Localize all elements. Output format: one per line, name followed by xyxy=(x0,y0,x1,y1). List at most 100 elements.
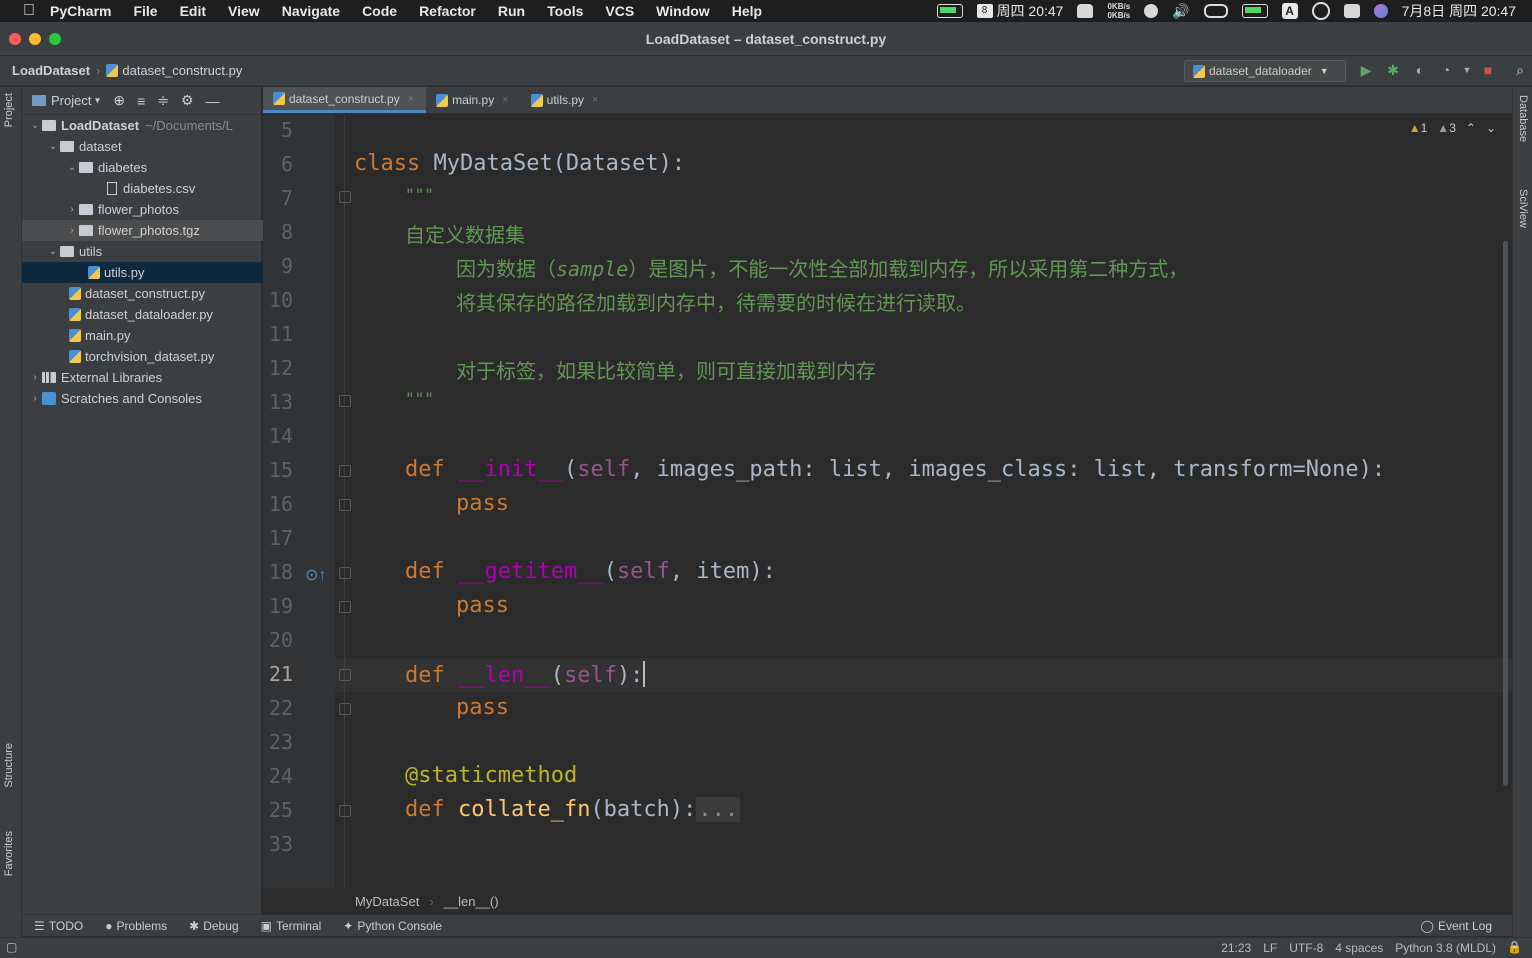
nav-project[interactable]: LoadDataset xyxy=(0,63,90,78)
calendar-icon[interactable]: 8 xyxy=(976,4,993,18)
caret-position[interactable]: 21:23 xyxy=(1221,941,1251,955)
chevron-down-icon[interactable]: ⌄ xyxy=(65,162,79,173)
nav-file[interactable]: dataset_construct.py xyxy=(100,63,242,78)
folded-code-block[interactable]: ... xyxy=(696,797,741,822)
input-method-icon[interactable]: A xyxy=(1281,3,1298,19)
indent-setting[interactable]: 4 spaces xyxy=(1335,941,1383,955)
menu-code[interactable]: Code xyxy=(362,3,397,19)
apple-icon[interactable]:  xyxy=(20,2,38,20)
fold-marker-icon[interactable] xyxy=(339,499,351,511)
lock-icon[interactable]: 🔒 xyxy=(1507,940,1522,954)
favorites-tool-tab[interactable]: Favorites xyxy=(3,831,15,876)
tree-item-dataset[interactable]: ⌄ dataset xyxy=(22,136,286,157)
close-icon[interactable]: × xyxy=(408,93,414,105)
profile-icon[interactable]: ◔ xyxy=(1437,61,1455,79)
fold-marker-icon[interactable] xyxy=(339,601,351,613)
battery-charging-icon[interactable] xyxy=(936,4,963,18)
menu-run[interactable]: Run xyxy=(498,3,525,19)
menu-navigate[interactable]: Navigate xyxy=(282,3,340,19)
sciview-tool-tab[interactable]: SciView xyxy=(1517,189,1529,228)
chevron-right-icon[interactable]: › xyxy=(28,372,42,383)
time-machine-icon[interactable] xyxy=(1311,2,1330,20)
clock-left[interactable]: 周四 20:47 xyxy=(997,1,1064,21)
chevron-down-icon[interactable]: ⌄ xyxy=(46,246,60,257)
menu-app-name[interactable]: PyCharm xyxy=(50,3,111,19)
run-icon[interactable]: ▶ xyxy=(1357,61,1375,79)
line-separator[interactable]: LF xyxy=(1263,941,1277,955)
tab-utils[interactable]: utils.py × xyxy=(521,87,611,113)
fold-marker-icon[interactable] xyxy=(339,465,351,477)
control-center-icon[interactable] xyxy=(1343,4,1360,18)
tab-main[interactable]: main.py × xyxy=(426,87,520,113)
fold-marker-icon[interactable] xyxy=(339,395,351,407)
file-encoding[interactable]: UTF-8 xyxy=(1289,941,1323,955)
structure-tool-tab[interactable]: Structure xyxy=(3,743,15,788)
tool-todo[interactable]: ☰ TODO xyxy=(34,919,83,933)
tree-item-utils[interactable]: ⌄ utils xyxy=(22,241,286,262)
tree-item-external-libraries[interactable]: › External Libraries xyxy=(22,367,268,388)
gear-icon[interactable]: ⚙ xyxy=(181,92,194,109)
editor-scrollbar[interactable] xyxy=(1503,241,1508,786)
next-highlight-icon[interactable]: ⌄ xyxy=(1486,121,1496,135)
volume-icon[interactable]: 🔊 xyxy=(1172,3,1189,20)
menu-help[interactable]: Help xyxy=(732,3,762,19)
close-icon[interactable]: × xyxy=(592,94,598,106)
breadcrumb-method[interactable]: __len__() xyxy=(444,894,499,909)
fold-marker-icon[interactable] xyxy=(339,191,351,203)
battery-icon[interactable] xyxy=(1241,4,1268,18)
clock-right[interactable]: 7月8日 周四 20:47 xyxy=(1402,1,1516,21)
cat-icon[interactable] xyxy=(1077,4,1094,18)
siri-icon[interactable] xyxy=(1373,4,1388,18)
tab-dataset-construct[interactable]: dataset_construct.py × xyxy=(263,87,427,113)
fold-marker-icon[interactable] xyxy=(339,703,351,715)
tool-python-console[interactable]: ✦ Python Console xyxy=(343,919,442,933)
close-icon[interactable]: × xyxy=(502,94,508,106)
toggle-tool-windows-icon[interactable]: ▢ xyxy=(6,940,17,954)
chevron-down-icon[interactable]: ▼ xyxy=(93,96,101,105)
stop-icon[interactable]: ■ xyxy=(1479,61,1497,79)
tool-terminal[interactable]: ▣ Terminal xyxy=(261,919,322,933)
tool-problems[interactable]: ● Problems xyxy=(105,919,167,933)
menu-window[interactable]: Window xyxy=(656,3,710,19)
run-config-dropdown[interactable]: dataset_dataloader ▼ xyxy=(1184,60,1346,82)
menu-refactor[interactable]: Refactor xyxy=(419,3,476,19)
tool-event-log[interactable]: ◯ Event Log xyxy=(1421,919,1492,933)
menu-vcs[interactable]: VCS xyxy=(605,3,634,19)
chevron-right-icon[interactable]: › xyxy=(65,225,79,236)
tree-item-root[interactable]: ⌄ LoadDataset ~/Documents/L xyxy=(22,115,268,136)
expand-all-icon[interactable]: ≡ xyxy=(137,93,145,109)
chevron-down-icon[interactable]: ⌄ xyxy=(46,141,60,152)
more-run-chevron-icon[interactable]: ▼ xyxy=(1458,61,1476,79)
coverage-icon[interactable]: ◐ xyxy=(1411,61,1429,79)
project-view-dropdown[interactable]: Project xyxy=(51,93,91,108)
menu-edit[interactable]: Edit xyxy=(180,3,206,19)
project-tool-tab[interactable]: Project xyxy=(3,93,15,127)
breadcrumb-class[interactable]: MyDataSet xyxy=(355,894,419,909)
chevron-right-icon[interactable]: › xyxy=(65,204,79,215)
search-icon[interactable]: ⌕ xyxy=(1511,61,1529,79)
debug-icon[interactable]: ✱ xyxy=(1384,61,1402,79)
fold-marker-icon[interactable] xyxy=(339,669,351,681)
collapse-all-icon[interactable]: ≑ xyxy=(157,92,169,109)
override-marker-icon[interactable]: ⊙↑ xyxy=(305,565,326,585)
weak-warning-count[interactable]: ▲3 xyxy=(1437,121,1456,135)
fold-marker-icon[interactable] xyxy=(339,805,351,817)
hide-icon[interactable]: — xyxy=(206,93,220,109)
menu-tools[interactable]: Tools xyxy=(547,3,583,19)
locate-icon[interactable]: ⊕ xyxy=(113,92,125,109)
network-speed[interactable]: 0KB/s 0KB/s xyxy=(1107,2,1130,20)
play-icon[interactable] xyxy=(1144,4,1159,18)
tree-item-scratches[interactable]: › Scratches and Consoles xyxy=(22,388,268,409)
chevron-down-icon[interactable]: ⌄ xyxy=(28,120,42,131)
inspection-widget[interactable]: ▲1 ▲3 ⌃ ⌄ xyxy=(1409,121,1496,135)
chevron-right-icon[interactable]: › xyxy=(28,393,42,404)
menu-view[interactable]: View xyxy=(228,3,260,19)
previous-highlight-icon[interactable]: ⌃ xyxy=(1466,121,1476,135)
link-icon[interactable] xyxy=(1203,4,1228,18)
python-interpreter[interactable]: Python 3.8 (MLDL) xyxy=(1395,941,1496,955)
fold-marker-icon[interactable] xyxy=(339,567,351,579)
menu-file[interactable]: File xyxy=(133,3,157,19)
tool-debug[interactable]: ✱ Debug xyxy=(189,919,238,933)
database-tool-tab[interactable]: Database xyxy=(1517,95,1529,142)
warning-count[interactable]: ▲1 xyxy=(1409,121,1428,135)
